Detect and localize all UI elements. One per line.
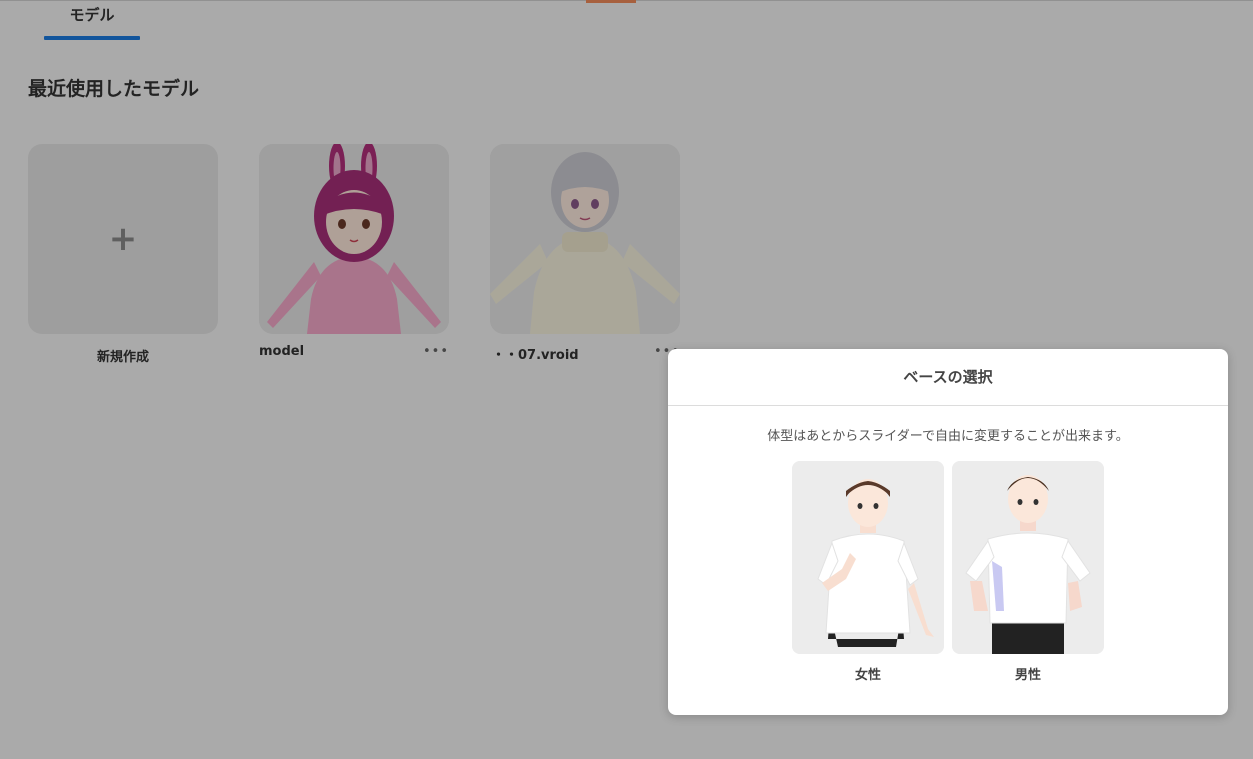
- female-base-image: [792, 461, 944, 654]
- dialog-divider: [668, 405, 1228, 406]
- dialog-description: 体型はあとからスライダーで自由に変更することが出来ます。: [767, 429, 1129, 444]
- male-label: 男性: [1014, 668, 1041, 683]
- female-base-thumb[interactable]: [792, 461, 944, 654]
- dialog-title: ベースの選択: [903, 368, 993, 386]
- male-base-image: [952, 461, 1104, 654]
- app-window: モデル 最近使用したモデル + 新規作成 model ••• ・・07.vroi…: [0, 0, 1253, 759]
- base-option-female[interactable]: 女性: [792, 461, 944, 683]
- female-label: 女性: [854, 668, 881, 683]
- base-option-male[interactable]: 男性: [952, 461, 1104, 683]
- male-base-thumb[interactable]: [952, 461, 1104, 654]
- base-selection-dialog: ベースの選択 体型はあとからスライダーで自由に変更することが出来ます。 女性 男…: [668, 349, 1228, 715]
